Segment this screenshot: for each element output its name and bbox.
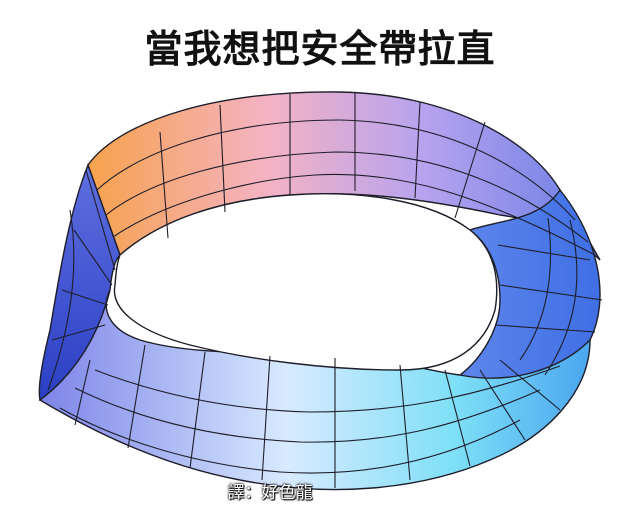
translator-credit: 譯：好色龍 bbox=[227, 483, 313, 503]
meme-caption: 當我想把安全帶拉直 bbox=[144, 27, 496, 71]
mobius-strip-illustration bbox=[38, 91, 603, 491]
